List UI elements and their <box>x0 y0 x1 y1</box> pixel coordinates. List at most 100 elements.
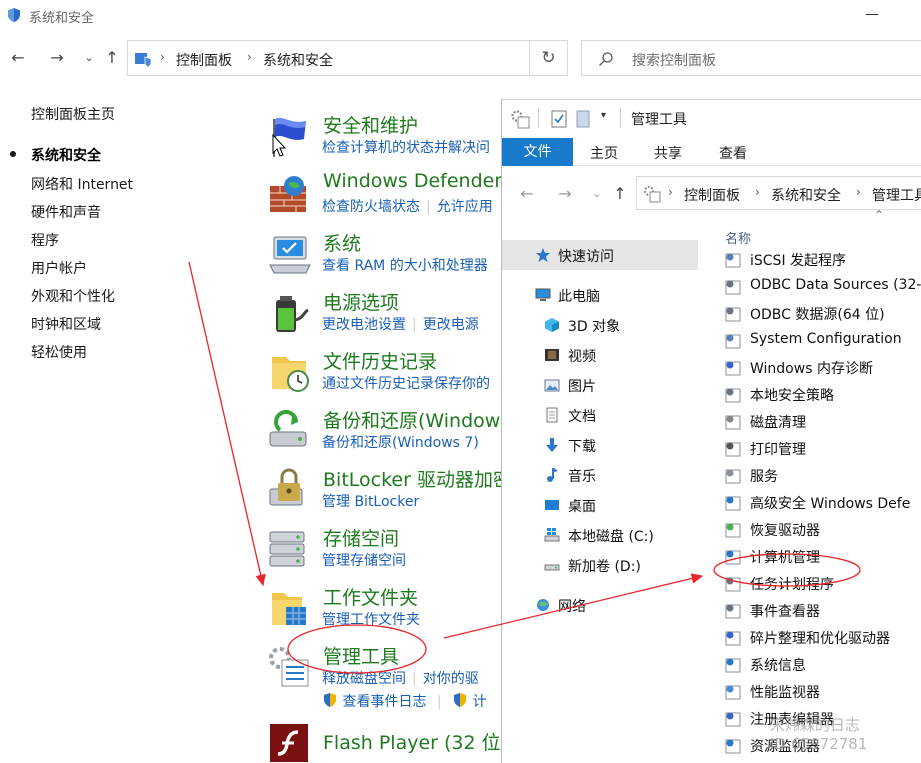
up-arrow-icon[interactable]: ↑ <box>101 48 123 68</box>
tree-item-documents[interactable]: 文档 <box>502 400 698 430</box>
list-item-memory-diagnostic[interactable]: Windows 内存诊断 <box>722 354 921 381</box>
tree-item-videos[interactable]: 视频 <box>502 340 698 370</box>
category-sublink[interactable]: 计 <box>473 694 487 710</box>
tab-share[interactable]: 共享 <box>654 143 682 163</box>
file-history-icon <box>272 357 309 392</box>
list-item-performance-monitor[interactable]: 性能监视器 <box>722 678 921 705</box>
tab-file[interactable]: 文件 <box>502 138 573 166</box>
category-title[interactable]: BitLocker 驱动器加密 <box>323 465 512 492</box>
back-arrow-icon[interactable]: ← <box>516 184 538 204</box>
list-item-local-security-policy[interactable]: 本地安全策略 <box>722 381 921 408</box>
search-input[interactable]: 搜索控制面板 <box>581 40 921 76</box>
tree-item-this-pc[interactable]: 此电脑 <box>502 280 698 310</box>
tree-item-drive-c[interactable]: 本地磁盘 (C:) <box>502 520 698 550</box>
admin-tool-icon <box>725 658 741 673</box>
breadcrumb-control-panel[interactable]: 控制面板 <box>176 50 232 70</box>
properties-icon[interactable] <box>551 110 567 128</box>
refresh-icon[interactable]: ↻ <box>530 40 568 76</box>
tree-item-3d-objects[interactable]: 3D 对象 <box>502 310 698 340</box>
list-item-system-information[interactable]: 系统信息 <box>722 651 921 678</box>
new-folder-icon[interactable] <box>576 110 590 128</box>
category-title[interactable]: 工作文件夹 <box>323 583 418 610</box>
category-sublink[interactable]: 查看事件日志 <box>342 694 426 710</box>
category-title[interactable]: 文件历史记录 <box>323 347 437 374</box>
explorer-navigation-bar: ← → ⌄ ↑ › 控制面板 › 系统和安全 › 管理工具 <box>502 172 921 212</box>
sidebar-item-appearance[interactable]: 外观和个性化 <box>31 286 115 306</box>
category-title[interactable]: 电源选项 <box>323 288 399 315</box>
list-item-event-viewer[interactable]: 事件查看器 <box>722 597 921 624</box>
category-link[interactable]: 管理存储空间 <box>322 553 406 569</box>
category-title[interactable]: 安全和维护 <box>323 111 418 138</box>
category-link[interactable]: 更改电源 <box>423 317 479 333</box>
tree-item-pictures[interactable]: 图片 <box>502 370 698 400</box>
sidebar-item-system-security[interactable]: 系统和安全 <box>31 145 101 165</box>
category-flash-player: Flash Player (32 位) <box>266 724 508 763</box>
list-item-system-configuration[interactable]: System Configuration <box>722 327 921 354</box>
column-header-name[interactable]: 名称 <box>725 228 751 247</box>
category-link[interactable]: 检查防火墙状态 <box>322 199 420 215</box>
list-item-odbc-64[interactable]: ODBC 数据源(64 位) <box>722 300 921 327</box>
list-item-recovery-drive[interactable]: 恢复驱动器 <box>722 516 921 543</box>
category-link[interactable]: 通过文件历史记录保存你的 <box>322 376 490 392</box>
tree-item-desktop[interactable]: 桌面 <box>502 490 698 520</box>
forward-arrow-icon[interactable]: → <box>554 184 576 204</box>
tree-item-network[interactable]: 网络 <box>502 590 698 620</box>
sidebar-item-user-accounts[interactable]: 用户帐户 <box>31 258 87 278</box>
list-item-print-management[interactable]: 打印管理 <box>722 435 921 462</box>
navigation-bar: ← → ⌄ ↑ › 控制面板 › 系统和安全 ↻ 搜索控制面板 <box>0 38 921 80</box>
list-item-iscsi-initiator[interactable]: iSCSI 发起程序 <box>722 246 921 273</box>
category-link[interactable]: 检查计算机的状态并解决问 <box>322 140 490 156</box>
sidebar-item-ease-of-access[interactable]: 轻松使用 <box>31 342 87 362</box>
category-title[interactable]: Windows Defender <box>323 170 502 192</box>
breadcrumb-system-security[interactable]: 系统和安全 <box>771 185 841 205</box>
category-link[interactable]: 查看 RAM 的大小和处理器 <box>322 258 488 274</box>
category-title[interactable]: 存储空间 <box>323 524 399 551</box>
address-bar[interactable]: › 控制面板 › 系统和安全 › 管理工具 <box>636 176 921 210</box>
list-item-odbc-32[interactable]: ODBC Data Sources (32- <box>722 273 921 300</box>
sidebar-item-home[interactable]: 控制面板主页 <box>31 104 115 124</box>
breadcrumb-system-security[interactable]: 系统和安全 <box>263 50 333 70</box>
list-item-label: Windows 内存诊断 <box>750 361 873 377</box>
admin-tool-icon <box>725 631 741 646</box>
minimize-button[interactable] <box>866 14 878 15</box>
tree-item-drive-d[interactable]: 新加卷 (D:) <box>502 550 698 580</box>
list-item-computer-management[interactable]: 计算机管理 <box>722 543 921 570</box>
list-item-defragment-optimize[interactable]: 碎片整理和优化驱动器 <box>722 624 921 651</box>
tab-home[interactable]: 主页 <box>590 143 618 163</box>
tree-item-music[interactable]: 音乐 <box>502 460 698 490</box>
category-link[interactable]: 允许应用 <box>437 199 493 215</box>
sidebar-item-programs[interactable]: 程序 <box>31 230 59 250</box>
music-icon <box>547 468 558 482</box>
back-arrow-icon[interactable]: ← <box>7 48 29 68</box>
customize-dropdown-icon[interactable]: ▾ <box>601 110 606 121</box>
recent-locations-chevron-icon[interactable]: ⌄ <box>586 184 608 204</box>
category-title[interactable]: Flash Player (32 位) <box>323 728 508 755</box>
sidebar-item-hardware-sound[interactable]: 硬件和声音 <box>31 202 101 222</box>
category-link[interactable]: 对你的驱 <box>423 671 479 687</box>
list-item-task-scheduler[interactable]: 任务计划程序 <box>722 570 921 597</box>
category-link[interactable]: 释放磁盘空间 <box>322 671 406 687</box>
list-item-windows-defender-firewall[interactable]: 高级安全 Windows Defe <box>722 489 921 516</box>
breadcrumb-control-panel[interactable]: 控制面板 <box>684 185 740 205</box>
recent-locations-chevron-icon[interactable]: ⌄ <box>78 48 100 68</box>
tree-item-quick-access[interactable]: 快速访问 <box>502 240 698 270</box>
category-link[interactable]: 备份和还原(Windows 7) <box>322 435 479 451</box>
admin-tool-icon <box>725 469 741 484</box>
category-link[interactable]: 更改电池设置 <box>322 317 406 333</box>
address-bar[interactable]: › 控制面板 › 系统和安全 <box>127 40 530 76</box>
category-title[interactable]: 备份和还原(Window <box>323 406 500 433</box>
tree-item-downloads[interactable]: 下载 <box>502 430 698 460</box>
tab-view[interactable]: 查看 <box>719 143 747 163</box>
category-link[interactable]: 管理 BitLocker <box>322 494 419 510</box>
list-item-services[interactable]: 服务 <box>722 462 921 489</box>
forward-arrow-icon[interactable]: → <box>46 48 68 68</box>
category-title[interactable]: 管理工具 <box>323 642 399 669</box>
category-title[interactable]: 系统 <box>323 229 361 256</box>
category-link[interactable]: 管理工作文件夹 <box>322 612 420 628</box>
sidebar-item-clock-region[interactable]: 时钟和区域 <box>31 314 101 334</box>
bitlocker-icon <box>269 468 303 506</box>
breadcrumb-admin-tools[interactable]: 管理工具 <box>872 185 921 205</box>
list-item-disk-cleanup[interactable]: 磁盘清理 <box>722 408 921 435</box>
up-arrow-icon[interactable]: ↑ <box>609 184 631 204</box>
sidebar-item-network[interactable]: 网络和 Internet <box>31 174 133 194</box>
